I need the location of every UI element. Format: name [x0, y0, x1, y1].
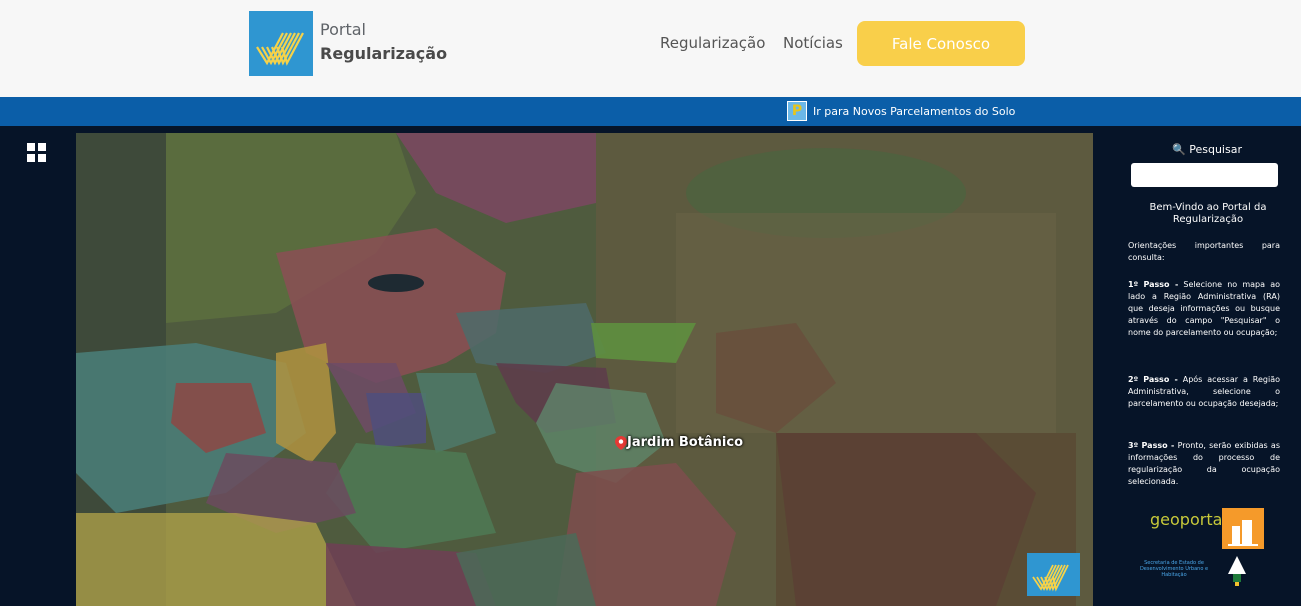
map-corner-logo-icon[interactable] [1027, 553, 1080, 596]
welcome-text: Bem-Vindo ao Portal da Regularização [1149, 202, 1267, 225]
ods-11-icon[interactable] [1222, 508, 1264, 549]
search-label: 🔍 Pesquisar [1093, 143, 1301, 156]
novos-parcelamentos-link[interactable]: P Ir para Novos Parcelamentos do Solo [787, 101, 1015, 121]
map-marker-label: Jardim Botânico [627, 435, 744, 450]
info-panel: 🔍 Pesquisar Bem-Vindo ao Portal da Regul… [1093, 126, 1301, 606]
parcelamentos-icon-letter: P [791, 103, 803, 119]
step-2: 2º Passo - Após acessar a Região Adminis… [1128, 374, 1280, 410]
intro-text: Orientações importantes para consulta: [1128, 241, 1280, 262]
seduh-logo[interactable]: Secretaria de Estado de Desenvolvimento … [1138, 560, 1210, 578]
satellite-map-imagery [76, 133, 1093, 606]
parcelamentos-icon: P [787, 101, 807, 121]
search-icon: 🔍 [1172, 143, 1186, 156]
top-banner-bar: P Ir para Novos Parcelamentos do Solo [0, 97, 1301, 126]
geoportal-logo[interactable]: geoportal [1150, 510, 1227, 529]
map-marker-jardim-botanico[interactable]: Jardim Botânico [615, 435, 743, 450]
brasao-df-icon[interactable] [1226, 556, 1248, 586]
logo-title-line1[interactable]: Portal [320, 20, 366, 39]
fale-conosco-button[interactable]: Fale Conosco [857, 21, 1025, 66]
nav-link-regularizacao[interactable]: Regularização [660, 34, 765, 52]
main-area: Jardim Botânico 🔍 Pesquisar Bem-Vindo ao… [0, 126, 1301, 606]
map-pin-icon [615, 435, 627, 450]
region-map[interactable]: Jardim Botânico [76, 133, 1093, 606]
logo-title-line2[interactable]: Regularização [320, 44, 447, 63]
grid-menu-icon[interactable] [27, 143, 46, 162]
step-1: 1º Passo - Selecione no mapa ao lado a R… [1128, 279, 1280, 339]
search-label-text: Pesquisar [1189, 143, 1242, 156]
step-1-title: 1º Passo - [1128, 280, 1179, 289]
step-3-title: 3º Passo - [1128, 441, 1175, 450]
step-2-title: 2º Passo - [1128, 375, 1178, 384]
nav-link-noticias[interactable]: Notícias [783, 34, 843, 52]
step-3: 3º Passo - Pronto, serão exibidas as inf… [1128, 440, 1280, 488]
novos-parcelamentos-text: Ir para Novos Parcelamentos do Solo [813, 104, 1016, 118]
search-input[interactable] [1131, 163, 1278, 187]
header: Portal Regularização Regularização Notíc… [0, 0, 1301, 97]
portal-logo-icon[interactable] [249, 11, 313, 76]
